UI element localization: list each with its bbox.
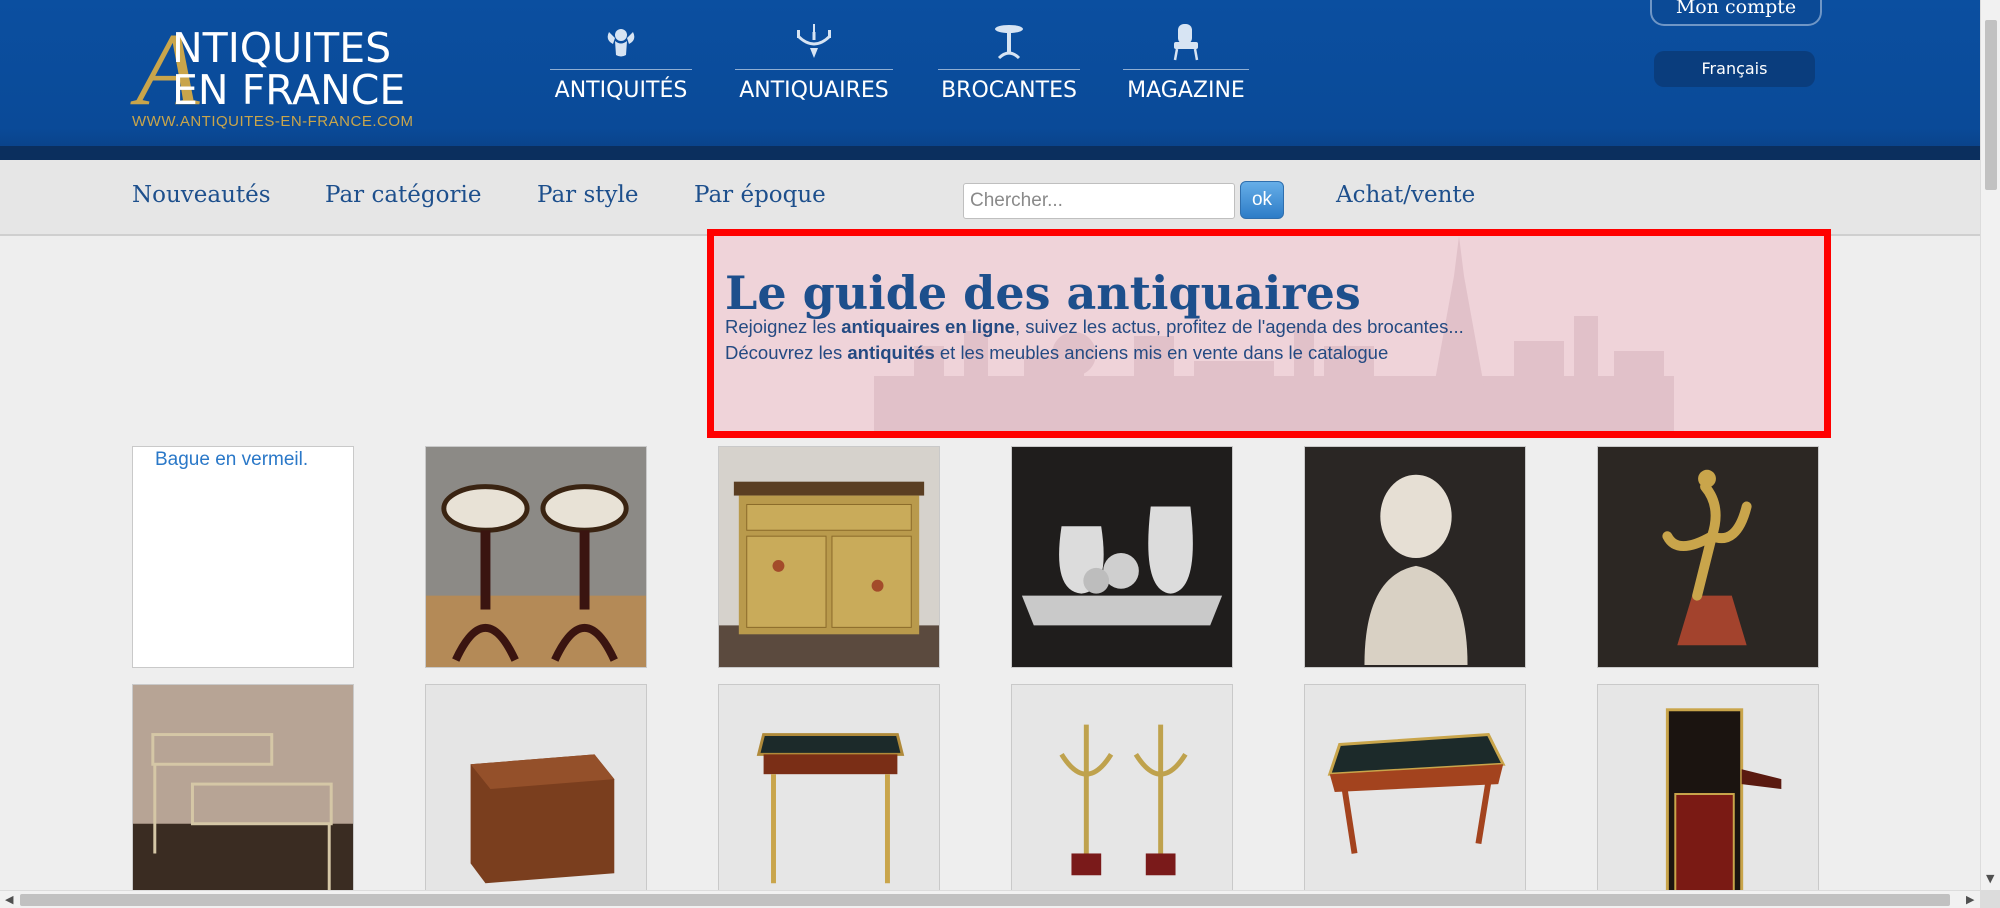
candelabra-pair-image [1012, 685, 1232, 905]
subnav-par-style[interactable]: Par style [537, 182, 638, 208]
hero-link-antiquites[interactable]: antiquités [847, 342, 934, 363]
hero-line-1-post: , suivez les actus, profitez de l'agenda… [1014, 316, 1464, 337]
wooden-box-image [426, 685, 646, 905]
nav-antiquites[interactable]: ANTIQUITÉS [550, 22, 692, 112]
nav-antiquaires[interactable]: ANTIQUAIRES [735, 22, 893, 112]
nav-label-antiquites: ANTIQUITÉS [554, 78, 688, 103]
site-logo[interactable]: A NTIQUITES EN FRANCE WWW.ANTIQUITES-EN-… [130, 18, 440, 134]
hero-line-1: Rejoignez les antiquaires en ligne, suiv… [725, 316, 1464, 338]
product-thumb-box[interactable] [425, 684, 647, 906]
subnav-achat-vente[interactable]: Achat/vente [1336, 182, 1475, 208]
cherub-icon [607, 29, 635, 57]
language-selector[interactable]: Français [1654, 51, 1815, 87]
nav-rule [1123, 69, 1249, 70]
vertical-scrollbar[interactable]: ▼ [1980, 0, 2000, 890]
product-thumb-bague[interactable]: Bague en vermeil. [132, 446, 354, 668]
account-label: Mon compte [1675, 0, 1797, 18]
hero-line-1-pre: Rejoignez les [725, 316, 842, 337]
glass-nesting-tables-image [133, 685, 353, 905]
logo-wordmark: A NTIQUITES EN FRANCE [130, 18, 440, 122]
product-thumb-secretaire[interactable] [1597, 684, 1819, 906]
scroll-down-arrow-icon[interactable]: ▼ [1986, 872, 1994, 885]
product-thumb-dancer[interactable] [1597, 446, 1819, 668]
silver-tea-set-image [1012, 447, 1232, 667]
hero-banner: Le guide des antiquaires Rejoignez les a… [707, 229, 1831, 438]
armchair-icon [1173, 24, 1199, 61]
hero-line-2-pre: Découvrez les [725, 342, 848, 363]
gilt-bronze-dancer-image [1598, 447, 1818, 667]
scrollbar-corner [1980, 890, 2000, 908]
chandelier-icon [796, 24, 832, 58]
subnav-par-categorie[interactable]: Par catégorie [325, 182, 481, 208]
writing-desk-image [719, 685, 939, 905]
header-bottom-band [0, 146, 1980, 160]
bureau-plat-image [1305, 685, 1525, 905]
search-input[interactable] [963, 183, 1235, 219]
scroll-right-arrow-icon[interactable]: ▶ [1966, 893, 1974, 906]
marble-bust-image [1305, 447, 1525, 667]
nav-label-antiquaires: ANTIQUAIRES [739, 78, 889, 103]
scroll-left-arrow-icon[interactable]: ◀ [5, 893, 13, 906]
product-thumb-bust[interactable] [1304, 446, 1526, 668]
search-ok-button[interactable]: ok [1240, 181, 1284, 219]
nav-rule [550, 69, 692, 70]
nav-rule [735, 69, 893, 70]
horizontal-scrollbar[interactable]: ◀ ▶ [0, 890, 1980, 908]
product-thumb-tea-set[interactable] [1011, 446, 1233, 668]
gueridon-table-icon [995, 25, 1023, 60]
hero-line-2-post: et les meubles anciens mis en vente dans… [934, 342, 1389, 363]
hero-title: Le guide des antiquaires [725, 266, 1361, 320]
account-tab[interactable]: Mon compte [1650, 0, 1822, 26]
pair-of-gueridons-image [426, 447, 646, 667]
painted-commode-image [719, 447, 939, 667]
product-thumb-bureau[interactable] [1304, 684, 1526, 906]
logo-url: WWW.ANTIQUITES-EN-FRANCE.COM [132, 113, 414, 130]
logo-line-2: EN FRANCE [172, 66, 406, 114]
nav-rule [938, 69, 1080, 70]
secretaire-image [1598, 685, 1818, 905]
product-thumb-commode[interactable] [718, 446, 940, 668]
product-thumb-candelabra[interactable] [1011, 684, 1233, 906]
hero-line-2: Découvrez les antiquités et les meubles … [725, 342, 1388, 364]
horizontal-scroll-thumb[interactable] [20, 894, 1950, 906]
vertical-scroll-thumb[interactable] [1985, 20, 1997, 190]
hero-link-antiquaires-en-ligne[interactable]: antiquaires en ligne [841, 316, 1015, 337]
subnav-nouveautes[interactable]: Nouveautés [132, 182, 271, 208]
broken-image-alt[interactable]: Bague en vermeil. [155, 449, 308, 471]
site-header: A NTIQUITES EN FRANCE WWW.ANTIQUITES-EN-… [0, 0, 1980, 160]
product-thumb-gueridons[interactable] [425, 446, 647, 668]
nav-magazine[interactable]: MAGAZINE [1123, 22, 1249, 112]
nav-label-magazine: MAGAZINE [1127, 78, 1245, 103]
product-thumb-nesting-tables[interactable] [132, 684, 354, 906]
subnav-par-epoque[interactable]: Par époque [694, 182, 826, 208]
product-thumb-desk[interactable] [718, 684, 940, 906]
logo-line-1: NTIQUITES [172, 24, 392, 72]
nav-brocantes[interactable]: BROCANTES [938, 22, 1080, 112]
nav-label-brocantes: BROCANTES [941, 78, 1077, 103]
